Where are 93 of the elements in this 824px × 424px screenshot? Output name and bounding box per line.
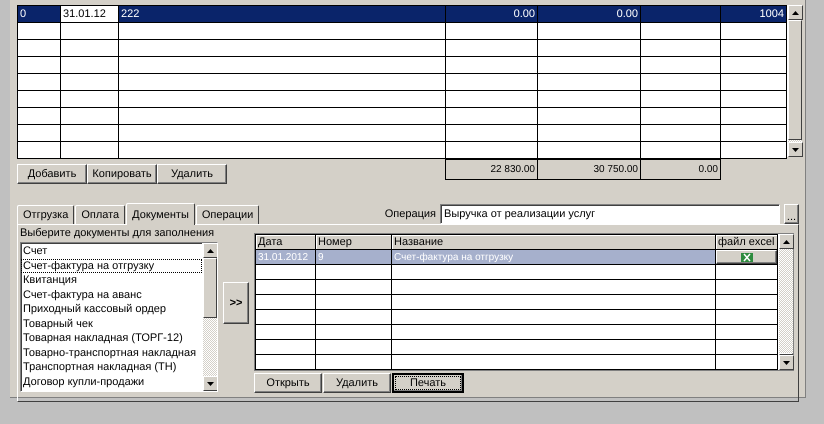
list-item[interactable]: Счет-фактура на аванс — [21, 288, 202, 302]
spreadsheet-icon — [740, 252, 752, 262]
table-row[interactable] — [256, 264, 778, 280]
browse-button[interactable]: ... — [784, 204, 799, 224]
table-cell — [720, 40, 786, 56]
table-row[interactable] — [18, 124, 786, 142]
list-item[interactable]: Товарная накладная (ТОРГ-12) — [21, 331, 202, 346]
action-button[interactable]: Печать — [392, 373, 464, 393]
action-button[interactable]: Удалить — [323, 373, 391, 393]
action-button[interactable]: Добавить — [17, 164, 87, 184]
table-cell: 9 — [316, 250, 392, 264]
operation-label: Операция — [384, 208, 436, 220]
table-cell: 1004 — [720, 6, 786, 22]
column-header[interactable]: Дата — [256, 234, 316, 250]
table-cell — [720, 108, 786, 124]
up-arrow-icon — [783, 240, 790, 244]
operation-field[interactable]: Выручка от реализации услуг — [440, 204, 780, 224]
down-arrow-icon — [792, 148, 799, 152]
list-item[interactable]: Товарный чек — [21, 316, 202, 331]
table-cell — [18, 74, 60, 90]
scrollbar[interactable] — [787, 5, 802, 157]
list-item[interactable]: Приходный кассовый ордер — [21, 302, 202, 316]
list-item[interactable]: Счет-фактура на отгрузку — [21, 258, 202, 273]
column-header[interactable]: файл excel — [716, 234, 778, 250]
table-cell: 0.00 — [446, 6, 538, 22]
table-cell: 31.01.2012 — [256, 250, 316, 264]
table-cell — [18, 142, 60, 158]
table-row[interactable] — [256, 294, 778, 310]
list-item[interactable]: Товарно-транспортная накладная — [21, 346, 202, 360]
table-row[interactable]: 0 31.01.12 222 0.00 0.00 1004 — [18, 6, 786, 22]
table-row[interactable] — [256, 280, 778, 294]
tab[interactable]: Оплата — [75, 205, 126, 224]
table-cell: 31.01.12 — [60, 6, 118, 22]
table-cell: 222 — [118, 6, 446, 22]
table-row[interactable] — [256, 310, 778, 324]
up-arrow-icon — [792, 10, 799, 14]
list-item[interactable]: Договор купли-продажи — [21, 374, 202, 389]
list-caption: Выберите документы для заполнения — [20, 227, 216, 241]
table-cell — [720, 90, 786, 108]
total-cell: 22 830.00 — [446, 160, 538, 180]
tab[interactable]: Документы — [126, 203, 195, 225]
column-header[interactable]: Номер — [316, 234, 392, 250]
tab[interactable]: Отгрузка — [17, 205, 74, 224]
table-row[interactable] — [256, 354, 778, 370]
table-cell — [18, 124, 60, 142]
tab[interactable]: Операции — [196, 205, 260, 224]
table-cell — [18, 40, 60, 56]
table-cell — [18, 108, 60, 124]
table-row[interactable] — [18, 142, 786, 158]
column-header[interactable]: Название — [392, 234, 716, 250]
list-item[interactable]: Квитанция — [21, 273, 202, 288]
table-row[interactable] — [256, 324, 778, 340]
list-item[interactable]: Счет — [21, 244, 202, 258]
table-cell — [60, 142, 118, 158]
table-cell — [720, 22, 786, 40]
table-cell — [60, 74, 118, 90]
down-arrow-icon — [207, 382, 214, 386]
table-cell — [60, 108, 118, 124]
document-list[interactable] — [20, 242, 218, 392]
table-cell: 0.00 — [538, 6, 640, 22]
action-button[interactable]: Копировать — [87, 164, 157, 184]
table-cell — [720, 142, 786, 158]
table-row[interactable] — [18, 40, 786, 56]
table-cell — [60, 56, 118, 74]
total-cell: 0.00 — [640, 160, 720, 180]
table-cell — [60, 90, 118, 108]
table-cell — [18, 90, 60, 108]
scrollbar[interactable] — [778, 234, 793, 370]
action-button[interactable]: Открыть — [254, 373, 322, 393]
table-cell — [18, 56, 60, 74]
table-cell: 0 — [18, 6, 60, 22]
down-arrow-icon — [783, 360, 790, 364]
excel-file-button[interactable] — [716, 250, 776, 264]
up-arrow-icon — [207, 248, 214, 252]
table-row[interactable] — [256, 340, 778, 354]
table-cell — [60, 124, 118, 142]
table-row[interactable] — [18, 22, 786, 40]
table-cell — [18, 22, 60, 40]
scrollbar[interactable] — [202, 243, 217, 391]
table-cell: Счет-фактура на отгрузку — [392, 250, 716, 264]
table-row[interactable] — [18, 56, 786, 74]
table-cell — [720, 56, 786, 74]
table-row[interactable] — [18, 108, 786, 124]
table-row[interactable] — [18, 74, 786, 90]
table-cell — [60, 22, 118, 40]
table-row[interactable] — [18, 90, 786, 108]
action-button[interactable]: Удалить — [157, 164, 227, 184]
add-button[interactable]: >> — [223, 282, 249, 324]
table-cell — [720, 124, 786, 142]
table-cell — [720, 74, 786, 90]
total-cell: 30 750.00 — [538, 160, 640, 180]
list-item[interactable]: Транспортная накладная (ТН) — [21, 360, 202, 374]
table-cell — [60, 40, 118, 56]
